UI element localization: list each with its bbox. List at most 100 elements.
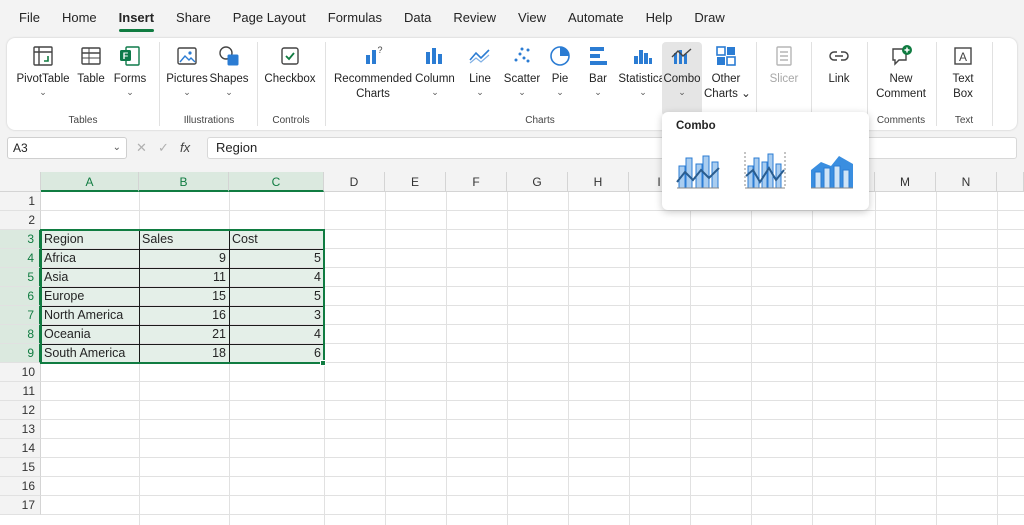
pictures-icon [177,47,197,65]
tab-draw[interactable]: Draw [683,0,735,36]
row-header-8[interactable]: 8 [0,325,41,344]
row-header-4[interactable]: 4 [0,249,41,268]
combo-chart-icon [671,48,692,64]
row-header-17[interactable]: 17 [0,496,41,515]
column-header-g[interactable]: G [507,172,568,192]
pie-chart-icon [550,46,570,66]
pivottable-button[interactable]: PivotTable ⌄ [11,44,75,114]
chevron-down-icon: ⌄ [225,87,233,97]
group-label-tables: Tables [68,115,98,126]
tab-insert[interactable]: Insert [108,0,165,36]
row-header-12[interactable]: 12 [0,401,41,420]
column-header-d[interactable]: D [324,172,385,192]
gridline [41,419,1024,420]
group-divider [936,42,937,126]
new-comment-button[interactable]: New Comment [871,44,931,114]
tab-formulas[interactable]: Formulas [317,0,393,36]
scatter-chart-button[interactable]: Scatter ⌄ [500,44,544,114]
row-header-14[interactable]: 14 [0,439,41,458]
forms-button[interactable]: F Forms ⌄ [110,44,150,114]
chevron-down-icon: ⌄ [476,87,484,97]
gridline [41,400,1024,401]
name-box[interactable]: A3 ⌄ [7,137,127,159]
link-label: Link [828,73,850,85]
table-button[interactable]: Table [73,44,109,114]
line-chart-icon [469,49,490,64]
row-header-1[interactable]: 1 [0,192,41,211]
column-header-h[interactable]: H [568,172,629,192]
combo-chart-label: Combo [663,73,701,85]
tab-review[interactable]: Review [442,0,507,36]
column-header-o[interactable] [997,172,1024,192]
column-chart-button[interactable]: Column ⌄ [414,44,456,114]
combo-chart-dropdown: Combo [662,112,869,210]
column-header-f[interactable]: F [446,172,507,192]
row-header-7[interactable]: 7 [0,306,41,325]
recommended-charts-icon: ? [366,45,383,64]
table-label: Table [77,73,105,85]
column-header-e[interactable]: E [385,172,446,192]
pivottable-icon [33,46,53,66]
tab-automate[interactable]: Automate [557,0,635,36]
pivottable-label: PivotTable [16,73,70,85]
row-header-5[interactable]: 5 [0,268,41,287]
svg-text:?: ? [377,45,382,55]
insert-function-icon[interactable]: fx [180,137,190,159]
table-icon [81,47,101,65]
svg-text:A: A [959,50,967,64]
row-header-6[interactable]: 6 [0,287,41,306]
group-label-text: Text [954,115,974,126]
link-button[interactable]: Link [819,44,859,114]
row-header-15[interactable]: 15 [0,458,41,477]
column-header-n[interactable]: N [936,172,997,192]
tab-share[interactable]: Share [165,0,222,36]
tab-view[interactable]: View [507,0,557,36]
row-header-2[interactable]: 2 [0,211,41,230]
fill-handle[interactable] [320,360,326,366]
row-header-16[interactable]: 16 [0,477,41,496]
worksheet-grid: A B C D E F G H I J K L M N 1 2 3 4 5 6 … [0,172,1024,525]
checkbox-button[interactable]: Checkbox [262,44,318,114]
column-chart-label: Column [415,73,455,85]
text-box-button[interactable]: A Text Box [943,44,983,114]
tab-help[interactable]: Help [635,0,684,36]
column-header-m[interactable]: M [875,172,936,192]
group-label-controls: Controls [272,115,310,126]
enter-icon[interactable]: ✓ [158,137,169,159]
chevron-down-icon[interactable]: ⌄ [113,138,121,158]
combo-chart-button[interactable]: Combo ⌄ [662,42,702,116]
column-header-a[interactable]: A [41,172,139,192]
checkbox-label: Checkbox [264,73,316,85]
cancel-icon[interactable]: ✕ [136,137,147,159]
pie-chart-button[interactable]: Pie ⌄ [544,44,576,114]
stacked-area-clustered-column-icon[interactable] [809,148,855,194]
group-divider [257,42,258,126]
column-header-b[interactable]: B [139,172,229,192]
formula-input[interactable]: Region [207,137,1017,159]
slicer-button[interactable]: Slicer [761,44,807,114]
line-chart-button[interactable]: Line ⌄ [462,44,498,114]
other-charts-button[interactable]: Other Charts ⌄ [704,44,751,114]
column-header-c[interactable]: C [229,172,324,192]
tab-data[interactable]: Data [393,0,442,36]
tab-page-layout[interactable]: Page Layout [222,0,317,36]
clustered-column-line-icon[interactable] [675,148,721,194]
svg-text:F: F [123,51,129,61]
text-box-icon: A [954,47,972,65]
shapes-button[interactable]: Shapes ⌄ [208,44,250,114]
tab-home[interactable]: Home [51,0,108,36]
row-header-11[interactable]: 11 [0,382,41,401]
group-label-illustrations: Illustrations [183,115,235,126]
bar-chart-button[interactable]: Bar ⌄ [582,44,614,114]
row-header-3[interactable]: 3 [0,230,41,249]
group-divider [159,42,160,126]
row-header-13[interactable]: 13 [0,420,41,439]
recommended-charts-button[interactable]: ? Recommended Charts [333,44,413,114]
tab-file[interactable]: File [8,0,51,36]
statistical-chart-icon [634,50,652,64]
row-header-9[interactable]: 9 [0,344,41,363]
select-all-corner[interactable] [0,172,41,192]
row-header-10[interactable]: 10 [0,363,41,382]
pictures-button[interactable]: Pictures ⌄ [165,44,209,114]
clustered-column-line-secondary-axis-icon[interactable] [742,148,788,194]
